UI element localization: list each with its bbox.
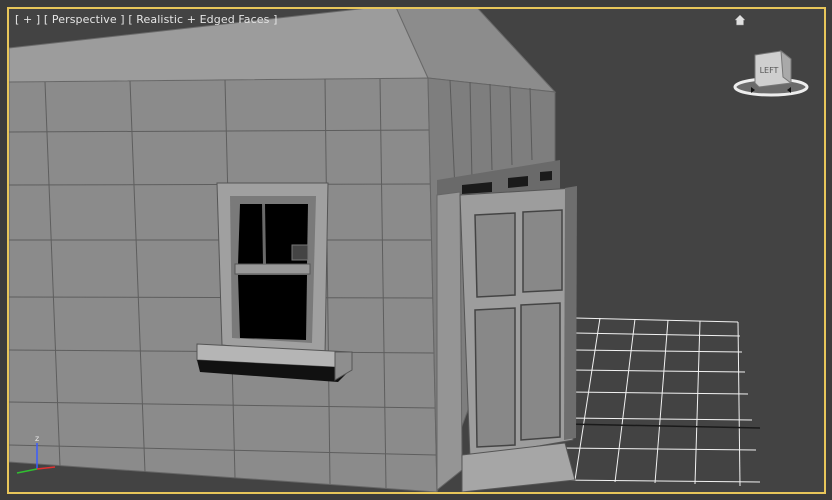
viewport-menu-plus[interactable]: [ + ] bbox=[15, 13, 40, 26]
viewport-frame: [ + ] [ Perspective ] [ Realistic + Edge… bbox=[0, 0, 832, 500]
vent-slot bbox=[508, 176, 528, 188]
axis-tripod-icon: z bbox=[16, 434, 56, 474]
door[interactable] bbox=[459, 186, 577, 492]
axis-z-label: z bbox=[35, 434, 39, 443]
door-frame-left bbox=[436, 191, 463, 492]
viewcube-face-label: LEFT bbox=[760, 66, 779, 75]
ground-grid bbox=[554, 317, 761, 487]
viewport-shading-mode[interactable]: [ Realistic + Edged Faces ] bbox=[128, 13, 277, 26]
viewport-label: [ + ] [ Perspective ] [ Realistic + Edge… bbox=[15, 13, 277, 26]
viewport-view-mode[interactable]: [ Perspective ] bbox=[44, 13, 125, 26]
vent-slot bbox=[540, 171, 552, 181]
viewcube-icon[interactable]: LEFT bbox=[731, 43, 811, 103]
scene-render[interactable] bbox=[7, 7, 826, 494]
grid-axis-line bbox=[564, 423, 761, 429]
perspective-viewport[interactable]: [ + ] [ Perspective ] [ Realistic + Edge… bbox=[7, 7, 826, 494]
home-icon[interactable] bbox=[734, 14, 746, 26]
